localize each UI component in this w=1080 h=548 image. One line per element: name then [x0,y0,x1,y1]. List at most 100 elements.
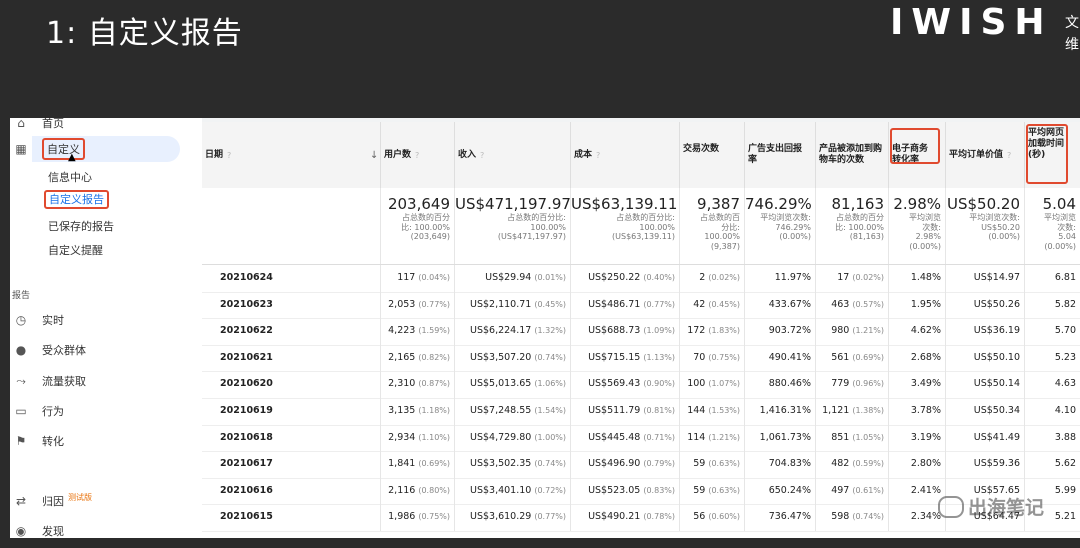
cell-date[interactable]: 20210624 [202,265,380,292]
table-header: 日期? ↓ 用户数? 收入? 成本? 交易次数 广告支出回报率 产品被添加到购物… [202,122,1080,189]
help-icon: ? [480,150,485,160]
cell-rate: 3.78% [888,398,945,425]
total-avg-page-load: 5.04 平均浏览 次数: 5.04 (0.00%) [1024,188,1080,264]
header-transactions[interactable]: 交易次数 [679,122,744,188]
sidebar-sub-custom-alerts[interactable]: 自定义提醒 [48,242,103,258]
cell-cost: US$486.71 (0.77%) [570,291,679,319]
attribution-icon: ⇄ [15,494,27,508]
table-row: 20210622 4,223 (1.59%) US$6,224.17 (1.32%) US… [202,318,1080,346]
help-icon: ? [227,150,232,160]
cell-tx: 172 (1.83%) [679,318,744,345]
cell-tx: 2 (0.02%) [679,265,744,292]
header-revenue[interactable]: 收入? [454,122,570,188]
cell-users: 1,841 (0.69%) [380,451,454,478]
total-transactions: 9,387 占总数的百 分比: 100.00% (9,387) [679,188,744,264]
highlight-box [890,128,940,164]
header-cost[interactable]: 成本? [570,122,679,188]
cell-tx: 42 (0.45%) [679,291,744,319]
cell-roas: 1,416.31% [744,398,815,425]
cell-date[interactable]: 20210615 [202,504,380,531]
cell-aov: US$14.97 [945,265,1024,292]
cell-date[interactable]: 20210619 [202,398,380,425]
reports-section-label: 报告 [12,291,31,301]
sidebar-item-acquisition[interactable]: ⤳ 流量获取 [10,370,86,392]
clock-icon: ◷ [15,313,27,327]
cell-cost: US$523.05 (0.83%) [570,477,679,505]
cell-users: 4,223 (1.59%) [380,318,454,345]
cell-aov: US$50.26 [945,291,1024,319]
cell-users: 2,165 (0.82%) [380,344,454,372]
cell-tx: 114 (1.21%) [679,424,744,452]
cell-date[interactable]: 20210616 [202,478,380,505]
sidebar-item-behavior[interactable]: ▭ 行为 [10,400,64,422]
cell-date[interactable]: 20210622 [202,318,380,345]
cell-revenue: US$29.94 (0.01%) [454,265,570,292]
cell-load: 5.23 [1024,344,1080,372]
chat-bubble-icon [937,495,964,518]
cell-rate: 4.62% [888,318,945,345]
help-icon: ? [1007,150,1012,160]
help-icon: ? [596,150,601,160]
total-add-to-cart: 81,163 占总数的百分 比: 100.00% (81,163) [815,188,888,264]
cell-revenue: US$4,729.80 (1.00%) [454,424,570,452]
sidebar-sub-saved-reports[interactable]: 已保存的报告 [48,218,114,234]
cell-roas: 433.67% [744,291,815,319]
total-ecommerce-rate: 2.98% 平均浏览 次数: 2.98% (0.00%) [888,188,945,264]
cell-rate: 3.49% [888,371,945,398]
cell-aov: US$50.14 [945,371,1024,398]
header-roas[interactable]: 广告支出回报率 [744,122,815,188]
discover-icon: ◉ [15,524,27,538]
cell-roas: 903.72% [744,318,815,345]
header-users[interactable]: 用户数? [380,122,454,188]
cell-load: 5.62 [1024,451,1080,478]
cell-roas: 736.47% [744,504,815,531]
sidebar-item-conversions[interactable]: ⚑ 转化 [10,430,64,452]
cell-date[interactable]: 20210617 [202,451,380,478]
cell-load: 5.82 [1024,291,1080,319]
cell-rate: 2.68% [888,344,945,372]
sidebar-item-label: 行为 [42,405,64,418]
sidebar-item-attribution[interactable]: ⇄ 归因 测试版 [10,490,92,512]
cell-roas: 490.41% [744,344,815,372]
cell-cart: 598 (0.74%) [815,504,888,531]
cell-users: 2,310 (0.87%) [380,371,454,398]
cell-date[interactable]: 20210621 [202,345,380,372]
sidebar-item-audience[interactable]: ● 受众群体 [10,339,86,361]
beta-badge: 测试版 [68,492,92,502]
table-row: 20210619 3,135 (1.18%) US$7,248.55 (1.54%) US… [202,398,1080,426]
watermark: 出海笔记 [937,493,1044,520]
cell-cart: 463 (0.57%) [815,291,888,319]
cell-load: 4.10 [1024,398,1080,425]
cell-rate: 2.34% [888,504,945,531]
cell-rate: 3.19% [888,424,945,452]
cell-tx: 59 (0.63%) [679,451,744,478]
cell-cart: 561 (0.69%) [815,344,888,372]
header-avg-order-value[interactable]: 平均订单价值? [945,122,1024,188]
table-row: 20210618 2,934 (1.10%) US$4,729.80 (1.00%) US… [202,424,1080,453]
sidebar-sub-dashboards[interactable]: 信息中心 [48,169,92,185]
cell-aov: US$50.10 [945,344,1024,372]
sidebar-sub-custom-reports[interactable]: 自定义报告 [44,190,109,209]
sidebar-item-realtime[interactable]: ◷ 实时 [10,309,64,331]
table-row: 20210617 1,841 (0.69%) US$3,502.35 (0.74%) US… [202,451,1080,479]
sidebar-item-home[interactable]: ⌂ 首页 [10,118,64,134]
cell-roas: 880.46% [744,371,815,398]
header-add-to-cart[interactable]: 产品被添加到购物车的次数 [815,122,888,188]
sidebar-item-label: 发现 [42,525,64,538]
analytics-screen: ⌂ 首页 ▦ 自定义 ▲ 信息中心 自定义报告 已保存的报告 自定义提醒 报告 … [10,118,1080,538]
cell-load: 3.88 [1024,424,1080,452]
total-roas: 746.29% 平均浏览次数: 746.29% (0.00%) [744,188,815,264]
cell-revenue: US$3,502.35 (0.74%) [454,451,570,478]
sidebar-item-label: 实时 [42,314,64,327]
sort-arrow-icon[interactable]: ↓ [370,150,378,161]
sidebar-item-label: 转化 [42,435,64,448]
cell-users: 1,986 (0.75%) [380,504,454,531]
cell-date[interactable]: 20210623 [202,292,380,319]
sidebar-item-discover[interactable]: ◉ 发现 [10,520,64,538]
highlight-box [1026,124,1068,184]
header-date[interactable]: 日期? [202,122,380,188]
cell-date[interactable]: 20210620 [202,371,380,398]
total-users: 203,649 占总数的百分 比: 100.00% (203,649) [380,188,454,264]
cell-load: 5.70 [1024,318,1080,345]
cell-date[interactable]: 20210618 [202,425,380,452]
